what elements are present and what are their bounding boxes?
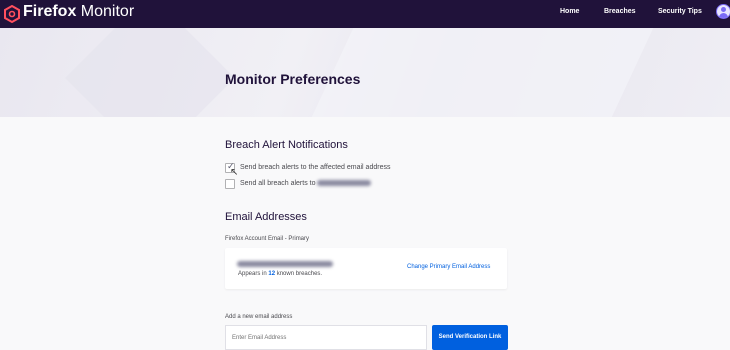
alert-all-breaches-checkbox[interactable] (225, 179, 235, 189)
breach-alert-heading: Breach Alert Notifications (225, 139, 348, 151)
redacted-email (317, 180, 372, 187)
email-addresses-heading: Email Addresses (225, 211, 307, 223)
user-avatar-icon[interactable] (716, 4, 730, 19)
primary-email-label: Firefox Account Email - Primary (225, 236, 310, 242)
redacted-primary-email (237, 261, 333, 267)
add-email-label: Add a new email address (225, 314, 293, 320)
nav-home-link[interactable]: Home (560, 8, 579, 15)
nav-breaches-link[interactable]: Breaches (604, 8, 636, 15)
alert-affected-email-label[interactable]: Send breach alerts to the affected email… (240, 164, 390, 171)
top-nav-bar: Firefox Monitor Home Breaches Security T… (0, 0, 730, 28)
hero-banner (0, 28, 730, 117)
alert-all-breaches-label[interactable]: Send all breach alerts to (240, 180, 372, 187)
brand-name[interactable]: Firefox Monitor (23, 3, 134, 21)
nav-security-tips-link[interactable]: Security Tips (658, 8, 702, 15)
page-title: Monitor Preferences (225, 71, 361, 87)
primary-email-card: Appears in 12 known breaches. Change Pri… (225, 248, 507, 289)
firefox-monitor-logo-icon[interactable] (4, 5, 20, 23)
send-verification-button[interactable]: Send Verification Link (432, 325, 508, 350)
breach-count-text: Appears in 12 known breaches. (238, 271, 323, 277)
mouse-cursor-icon: ↖ (230, 167, 239, 178)
new-email-input[interactable]: Enter Email Address (225, 325, 427, 350)
change-primary-email-link[interactable]: Change Primary Email Address (407, 264, 490, 270)
